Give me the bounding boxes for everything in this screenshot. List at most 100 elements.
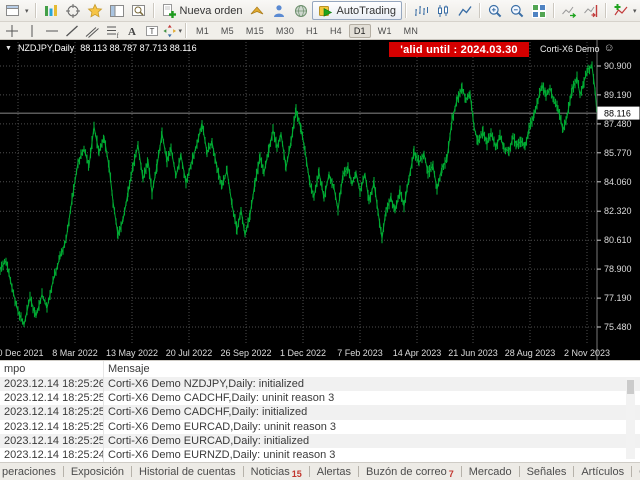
horizontal-line-tool[interactable] bbox=[42, 23, 62, 39]
svg-text:14 Apr 2023: 14 Apr 2023 bbox=[393, 348, 442, 358]
splitwin-glyph bbox=[109, 3, 125, 19]
journal-row[interactable]: 2023.12.14 18:25:25.385 Corti-X6 Demo EU… bbox=[0, 420, 640, 434]
community-icon[interactable] bbox=[290, 1, 312, 20]
timeframe-m1[interactable]: M1 bbox=[191, 24, 214, 38]
toolbar-divider bbox=[153, 3, 155, 18]
journal-message-cell: Corti-X6 Demo CADCHF,Daily: initialized bbox=[103, 406, 307, 418]
tab-alertas[interactable]: Alertas bbox=[310, 463, 358, 480]
chart-area[interactable]: 90.90089.19087.48085.77084.06082.32080.6… bbox=[0, 40, 640, 360]
bar-chart-icon[interactable] bbox=[410, 1, 432, 20]
tab-label: Buzón de correo bbox=[366, 466, 447, 478]
tab-buz-n-de-correo[interactable]: Buzón de correo7 bbox=[359, 463, 461, 480]
journal-message-cell: Corti-X6 Demo EURCAD,Daily: initialized bbox=[103, 435, 309, 447]
svg-text:75.480: 75.480 bbox=[604, 322, 632, 332]
bars-glyph bbox=[413, 3, 429, 19]
zoom-out-icon[interactable] bbox=[506, 1, 528, 20]
chart-shift-icon[interactable] bbox=[580, 1, 602, 20]
journal-row[interactable]: 2023.12.14 18:25:25.994 Corti-X6 Demo CA… bbox=[0, 391, 640, 405]
chart-menu-arrow-icon[interactable]: ▼ bbox=[5, 45, 12, 52]
crosshair-tool[interactable] bbox=[2, 23, 22, 39]
preview-window-icon[interactable] bbox=[128, 1, 150, 20]
journal-header-message[interactable]: Mensaje bbox=[103, 363, 150, 375]
zoomin-glyph bbox=[487, 3, 503, 19]
svg-text:88.116: 88.116 bbox=[604, 109, 631, 119]
journal-row[interactable]: 2023.12.14 18:25:25.682 Corti-X6 Demo CA… bbox=[0, 405, 640, 419]
tab-se-ales[interactable]: Señales bbox=[520, 463, 574, 480]
star-glyph bbox=[87, 3, 103, 19]
ea-badge: Corti-X6 Demo ☺ bbox=[540, 43, 615, 54]
journal-message-cell: Corti-X6 Demo EURCAD,Daily: uninit reaso… bbox=[103, 421, 336, 433]
journal-header-time[interactable]: mpo bbox=[0, 363, 103, 375]
journal-message-cell: Corti-X6 Demo EURNZD,Daily: uninit reaso… bbox=[103, 449, 335, 461]
timeframe-m30[interactable]: M30 bbox=[271, 24, 299, 38]
tab-code-base[interactable]: Code Base bbox=[632, 463, 640, 480]
tile-windows-icon[interactable] bbox=[528, 1, 550, 20]
svg-text:T: T bbox=[150, 26, 155, 35]
experts-journal-panel: mpo Mensaje 2023.12.14 18:25:26.291 Cort… bbox=[0, 360, 640, 462]
vertical-line-tool[interactable] bbox=[22, 23, 42, 39]
ea-smiley-icon[interactable]: ☺ bbox=[604, 43, 615, 54]
virtual-hosting-icon[interactable] bbox=[268, 1, 290, 20]
tab-exposici-n[interactable]: Exposición bbox=[64, 463, 131, 480]
svg-text:90.900: 90.900 bbox=[604, 61, 632, 71]
indicators-button[interactable]: ▾ bbox=[610, 1, 640, 20]
svg-text:f: f bbox=[117, 32, 120, 39]
terminal-tabs: peracionesExposiciónHistorial de cuentas… bbox=[0, 462, 640, 480]
tab-label: Alertas bbox=[317, 466, 351, 478]
line-chart-icon[interactable] bbox=[454, 1, 476, 20]
zoom-in-icon[interactable] bbox=[484, 1, 506, 20]
timeframe-w1[interactable]: W1 bbox=[373, 24, 397, 38]
journal-rows: 2023.12.14 18:25:26.291 Corti-X6 Demo NZ… bbox=[0, 377, 640, 462]
dropdown-caret-icon: ▾ bbox=[633, 7, 637, 15]
data-window-icon[interactable] bbox=[106, 1, 128, 20]
arrows-tool[interactable]: ▾ bbox=[162, 23, 182, 39]
timeframe-mn[interactable]: MN bbox=[399, 24, 423, 38]
journal-row[interactable]: 2023.12.14 18:25:25.072 Corti-X6 Demo EU… bbox=[0, 434, 640, 448]
text-label-tool[interactable]: T bbox=[142, 23, 162, 39]
tab-count-badge: 15 bbox=[292, 469, 302, 480]
fibonacci-tool[interactable]: f bbox=[102, 23, 122, 39]
favorites-icon[interactable] bbox=[84, 1, 106, 20]
new-chart-button[interactable]: ▾ bbox=[2, 1, 32, 20]
journal-scrollbar-thumb[interactable] bbox=[627, 380, 634, 394]
autotrading-button-label: AutoTrading bbox=[337, 5, 397, 17]
journal-row[interactable]: 2023.12.14 18:25:26.291 Corti-X6 Demo NZ… bbox=[0, 377, 640, 391]
timeframe-m5[interactable]: M5 bbox=[216, 24, 239, 38]
svg-text:87.480: 87.480 bbox=[604, 119, 632, 129]
timeframe-d1[interactable]: D1 bbox=[349, 24, 371, 38]
indplus-glyph bbox=[613, 3, 629, 19]
ea-validity-text: 'alid until : 2024.03.30 bbox=[400, 44, 517, 56]
dropdown-caret-icon: ▾ bbox=[178, 27, 182, 35]
new-order-button[interactable]: Nueva orden bbox=[158, 1, 246, 20]
tab-label: Señales bbox=[527, 466, 567, 478]
tab-mercado[interactable]: Mercado bbox=[462, 463, 519, 480]
ea-validity-banner: 'alid until : 2024.03.30 bbox=[389, 42, 529, 57]
journal-row[interactable]: 2023.12.14 18:25:24.775 Corti-X6 Demo EU… bbox=[0, 448, 640, 462]
auto-scroll-icon[interactable] bbox=[558, 1, 580, 20]
candlestick-chart-icon[interactable] bbox=[432, 1, 454, 20]
autotrading-button[interactable]: AutoTrading bbox=[312, 1, 403, 20]
timeframe-h1[interactable]: H1 bbox=[301, 24, 323, 38]
svg-text:30 Dec 2021: 30 Dec 2021 bbox=[0, 348, 44, 358]
profiles-icon[interactable] bbox=[40, 1, 62, 20]
timeframe-m15[interactable]: M15 bbox=[241, 24, 269, 38]
timeframe-h4[interactable]: H4 bbox=[325, 24, 347, 38]
journal-scrollbar[interactable] bbox=[626, 378, 635, 459]
svg-text:28 Aug 2023: 28 Aug 2023 bbox=[505, 348, 556, 358]
tab-noticias[interactable]: Noticias15 bbox=[244, 463, 309, 480]
equidistant-channel-tool[interactable] bbox=[82, 23, 102, 39]
svg-text:85.770: 85.770 bbox=[604, 148, 632, 158]
crosshair-target-icon[interactable] bbox=[62, 1, 84, 20]
text-tool[interactable]: A bbox=[122, 23, 142, 39]
toolbar-divider bbox=[553, 3, 555, 18]
person-glyph bbox=[271, 3, 287, 19]
svg-text:26 Sep 2022: 26 Sep 2022 bbox=[220, 348, 271, 358]
trendline-tool[interactable] bbox=[62, 23, 82, 39]
metaeditor-icon[interactable] bbox=[246, 1, 268, 20]
journal-header-row: mpo Mensaje bbox=[0, 361, 640, 377]
tab-peraciones[interactable]: peraciones bbox=[0, 463, 63, 480]
tab-historial-de-cuentas[interactable]: Historial de cuentas bbox=[132, 463, 243, 480]
journal-column-divider bbox=[103, 361, 104, 462]
drawing-timeframe-toolbar: fAT ▾ M1M5M15M30H1H4D1W1MN bbox=[0, 22, 640, 40]
tab-art-culos[interactable]: Artículos bbox=[574, 463, 631, 480]
